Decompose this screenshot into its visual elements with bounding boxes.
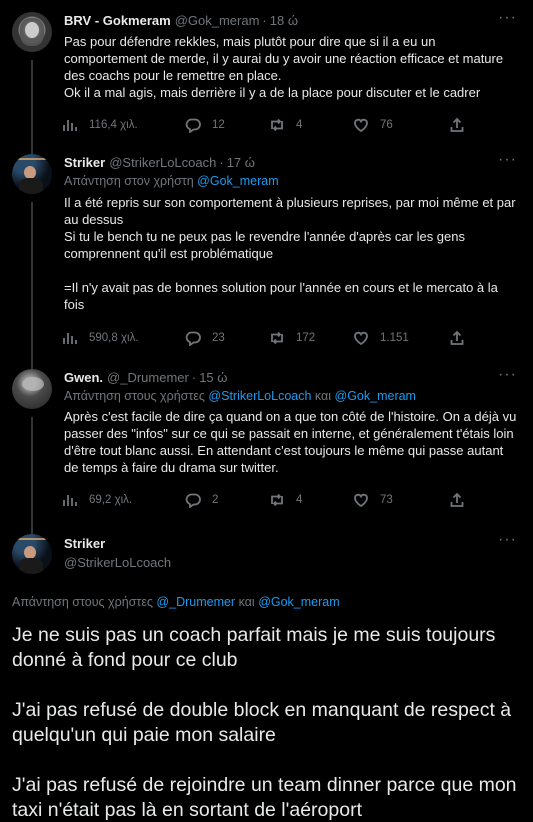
share-icon [450,492,464,507]
mention-link[interactable]: @Gok_meram [197,174,278,188]
like-button[interactable]: 73 [353,492,449,508]
mention-link[interactable]: @Gok_meram [335,389,416,403]
author-handle[interactable]: @StrikerLoLcoach [64,554,517,571]
replying-prefix: Απάντηση στον χρήστη [64,174,194,188]
tweet-text: Pas pour défendre rekkles, mais plutôt p… [64,34,504,100]
tweet[interactable]: Striker @StrikerLoLcoach · 17 ώ ··· Απάν… [0,145,533,367]
replying-conjunction: και [314,389,332,403]
replying-conjunction: και [238,595,255,609]
reply-icon [185,493,201,508]
views-count: 69,2 χιλ. [89,494,133,506]
tweet-text: Il a été repris sur son comportement à p… [64,195,516,312]
reply-icon [185,118,201,133]
mention-link[interactable]: @StrikerLoLcoach [208,389,311,403]
tweet[interactable]: Gwen. @_Drumemer · 15 ώ ··· Απάντηση στο… [0,358,533,534]
replying-to: Απάντηση στους χρήστες @StrikerLoLcoach … [64,388,517,405]
like-count: 76 [380,119,393,131]
reply-button[interactable]: 23 [185,330,269,346]
mention-link[interactable]: @Gok_meram [258,595,339,609]
like-count: 73 [380,494,393,506]
replying-prefix: Απάντηση στους χρήστες [64,389,205,403]
main-tweet: Striker @StrikerLoLcoach ··· Απάντηση στ… [0,522,533,822]
retweet-count: 4 [296,494,303,506]
views-icon [63,495,77,506]
more-icon[interactable]: ··· [498,366,517,384]
like-button[interactable]: 76 [353,117,449,133]
retweet-icon [271,118,283,132]
author-name[interactable]: Gwen. [64,369,103,386]
reply-count: 23 [212,332,225,344]
replying-to: Απάντηση στους χρήστες @_Drumemer και @G… [12,594,517,611]
retweet-button[interactable]: 172 [269,330,353,346]
avatar[interactable] [12,534,52,574]
retweet-icon [271,493,283,507]
more-icon[interactable]: ··· [498,151,517,169]
reply-button[interactable]: 12 [185,117,269,133]
thread-line [31,358,33,369]
thread-line [31,60,33,153]
share-button[interactable] [449,117,465,133]
retweet-button[interactable]: 4 [269,492,353,508]
action-bar: 69,2 χιλ. 2 4 73 [62,482,517,518]
author-name[interactable]: Striker [64,154,105,171]
avatar[interactable] [12,369,52,409]
share-icon [450,330,464,345]
tweet-text: Après c'est facile de dire ça quand on a… [64,409,520,475]
thread-line [31,202,33,367]
timestamp[interactable]: 17 ώ [227,154,255,171]
retweet-count: 172 [296,332,316,344]
like-icon [354,331,368,346]
more-icon[interactable]: ··· [498,531,517,549]
replying-to: Απάντηση στον χρήστη @Gok_meram [64,173,517,190]
author-name[interactable]: BRV - Gokmeram [64,12,171,29]
views-count: 116,4 χιλ. [89,119,138,131]
author-handle[interactable]: @_Drumemer [107,369,189,386]
thread-line [31,417,33,534]
separator-dot: · [262,13,267,28]
timestamp[interactable]: 18 ώ [270,12,298,29]
share-button[interactable] [449,492,465,508]
author-handle[interactable]: @Gok_meram [175,12,260,29]
author-handle[interactable]: @StrikerLoLcoach [109,154,216,171]
views-icon [63,333,77,344]
views-button[interactable]: 590,8 χιλ. [62,330,185,346]
reply-button[interactable]: 2 [185,492,269,508]
timestamp[interactable]: 15 ώ [199,369,227,386]
tweet[interactable]: BRV - Gokmeram @Gok_meram · 18 ώ ··· Pas… [0,0,533,153]
more-icon[interactable]: ··· [498,9,517,27]
retweet-icon [271,331,283,345]
main-tweet-text: Je ne suis pas un coach parfait mais je … [12,624,517,821]
thread-line [31,522,33,534]
reply-icon [185,331,201,346]
retweet-count: 4 [296,119,303,131]
action-bar: 116,4 χιλ. 12 4 76 [62,107,517,143]
replying-prefix: Απάντηση στους χρήστες [12,595,153,609]
views-button[interactable]: 69,2 χιλ. [62,492,185,508]
action-bar: 590,8 χιλ. 23 172 1.151 [62,320,517,356]
views-icon [63,120,77,131]
avatar[interactable] [12,12,52,52]
like-icon [354,493,368,508]
separator-dot: · [219,155,224,170]
share-icon [450,117,464,132]
share-button[interactable] [449,330,465,346]
avatar[interactable] [12,154,52,194]
reply-count: 12 [212,119,225,131]
views-button[interactable]: 116,4 χιλ. [62,117,185,133]
like-count: 1.151 [380,332,409,344]
author-name[interactable]: Striker [64,535,513,552]
retweet-button[interactable]: 4 [269,117,353,133]
like-icon [354,118,368,133]
like-button[interactable]: 1.151 [353,330,449,346]
separator-dot: · [191,370,197,385]
thread-line [31,145,33,154]
views-count: 590,8 χιλ. [89,332,139,344]
reply-count: 2 [212,494,219,506]
mention-link[interactable]: @_Drumemer [156,595,235,609]
